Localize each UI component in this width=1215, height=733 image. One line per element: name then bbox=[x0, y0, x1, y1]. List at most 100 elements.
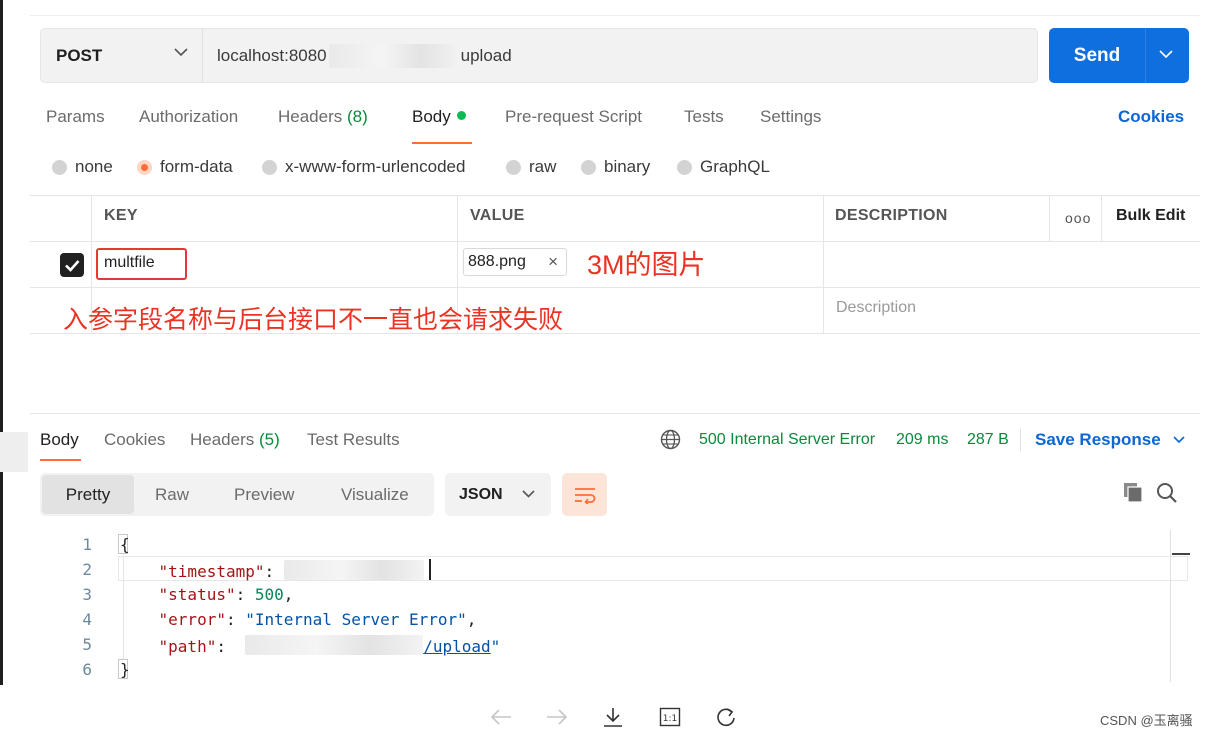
response-time[interactable]: 209 ms bbox=[896, 430, 948, 450]
tab-body[interactable]: Body bbox=[412, 106, 466, 128]
tab-headers[interactable]: Headers (8) bbox=[278, 106, 368, 128]
method-label: POST bbox=[56, 45, 103, 65]
save-response-button[interactable]: Save Response bbox=[1035, 429, 1185, 451]
code-line: "path": /upload" bbox=[158, 635, 501, 656]
code-line: { bbox=[120, 535, 130, 554]
bulk-edit-button[interactable]: Bulk Edit bbox=[1116, 207, 1185, 225]
json-brace: } bbox=[120, 660, 130, 679]
table-col-divider bbox=[1049, 196, 1050, 241]
text-cursor bbox=[429, 559, 431, 580]
json-string: "Internal Server Error" bbox=[245, 610, 467, 629]
view-raw-button[interactable]: Raw bbox=[155, 473, 189, 516]
response-tab-headers[interactable]: Headers (5) bbox=[190, 429, 280, 451]
globe-icon[interactable] bbox=[660, 429, 681, 450]
response-tab-cookies[interactable]: Cookies bbox=[104, 429, 165, 451]
annotation-file-note: 3M的图片 bbox=[587, 250, 706, 280]
radio-binary[interactable]: binary bbox=[581, 156, 650, 178]
column-header-value: VALUE bbox=[470, 207, 525, 224]
headers-count: (8) bbox=[347, 107, 368, 126]
search-icon[interactable] bbox=[1156, 482, 1178, 504]
actual-size-icon[interactable]: 1:1 bbox=[659, 706, 681, 728]
column-header-key: KEY bbox=[104, 207, 138, 224]
close-icon[interactable]: × bbox=[548, 252, 558, 272]
chevron-down-icon bbox=[174, 48, 188, 57]
tab-label: Authorization bbox=[139, 107, 239, 126]
cookies-link[interactable]: Cookies bbox=[1118, 106, 1184, 128]
svg-text:1:1: 1:1 bbox=[663, 714, 677, 724]
radio-urlencoded[interactable]: x-www-form-urlencoded bbox=[262, 156, 465, 178]
tab-authorization[interactable]: Authorization bbox=[139, 106, 238, 128]
send-label: Send bbox=[1073, 44, 1121, 66]
radio-graphql[interactable]: GraphQL bbox=[677, 156, 770, 178]
table-row-border bbox=[30, 287, 1200, 288]
arrow-left-icon[interactable] bbox=[489, 706, 513, 728]
format-label: JSON bbox=[459, 485, 503, 503]
radio-raw[interactable]: raw bbox=[506, 156, 556, 178]
divider bbox=[30, 15, 1200, 16]
response-divider bbox=[30, 413, 1200, 414]
response-tab-test-results[interactable]: Test Results bbox=[307, 429, 400, 451]
code-line: "error": "Internal Server Error", bbox=[158, 610, 477, 629]
send-split-divider bbox=[1145, 28, 1146, 83]
json-key: "error" bbox=[158, 610, 226, 629]
scrollbar-thumb[interactable] bbox=[1172, 553, 1190, 555]
tab-settings[interactable]: Settings bbox=[760, 106, 821, 128]
line-number: 2 bbox=[82, 560, 92, 579]
side-panel-tab[interactable] bbox=[0, 432, 28, 472]
more-options-icon[interactable]: ooo bbox=[1065, 210, 1091, 226]
response-tab-body[interactable]: Body bbox=[40, 429, 79, 451]
tab-label: Headers bbox=[278, 107, 343, 126]
table-border-top bbox=[30, 195, 1200, 196]
save-response-label: Save Response bbox=[1035, 430, 1161, 449]
tab-label: Body bbox=[412, 107, 451, 126]
radio-selected-icon bbox=[137, 159, 152, 175]
redacted-url-segment bbox=[328, 43, 461, 68]
radio-icon bbox=[52, 159, 67, 175]
window-left-edge bbox=[0, 0, 3, 685]
tab-params[interactable]: Params bbox=[46, 106, 105, 128]
tab-tests[interactable]: Tests bbox=[684, 106, 724, 128]
redacted-value bbox=[283, 560, 424, 580]
line-number: 3 bbox=[82, 585, 92, 604]
json-key: "path" bbox=[158, 637, 217, 656]
request-bar: POST localhost:8080 upload bbox=[40, 28, 1038, 83]
radio-icon bbox=[677, 159, 692, 175]
rotate-icon[interactable] bbox=[715, 706, 737, 728]
editor-scrollbar[interactable] bbox=[1170, 530, 1190, 682]
view-preview-button[interactable]: Preview bbox=[234, 473, 294, 516]
view-visualize-button[interactable]: Visualize bbox=[341, 473, 409, 516]
url-suffix: upload bbox=[460, 45, 512, 65]
json-link[interactable]: /upload bbox=[423, 637, 490, 656]
check-icon bbox=[65, 260, 80, 272]
format-select[interactable]: JSON bbox=[445, 473, 551, 516]
tab-pre-request-script[interactable]: Pre-request Script bbox=[505, 106, 642, 128]
line-number: 1 bbox=[82, 535, 92, 554]
wrap-lines-button[interactable] bbox=[562, 473, 607, 516]
json-key: "status" bbox=[158, 585, 236, 604]
method-select[interactable]: POST bbox=[41, 29, 203, 82]
file-value-chip[interactable]: 888.png × bbox=[463, 248, 567, 276]
send-button[interactable]: Send bbox=[1049, 28, 1189, 83]
view-pretty-button[interactable]: Pretty bbox=[42, 475, 134, 514]
json-brace: { bbox=[120, 535, 130, 554]
radio-icon bbox=[581, 159, 596, 175]
row-enabled-checkbox[interactable] bbox=[60, 253, 84, 277]
radio-label: none bbox=[75, 157, 113, 176]
body-active-dot bbox=[456, 111, 466, 120]
description-input[interactable]: Description bbox=[836, 299, 916, 317]
radio-form-data[interactable]: form-data bbox=[137, 156, 233, 178]
chevron-down-icon[interactable] bbox=[1159, 50, 1173, 59]
param-key-input[interactable]: multfile bbox=[104, 254, 155, 272]
active-tab-indicator bbox=[412, 142, 472, 144]
response-size[interactable]: 287 B bbox=[967, 430, 1009, 450]
file-name: 888.png bbox=[468, 253, 526, 270]
divider bbox=[1020, 429, 1021, 451]
json-number: 500 bbox=[254, 585, 284, 604]
download-icon[interactable] bbox=[602, 706, 624, 728]
response-status[interactable]: 500 Internal Server Error bbox=[699, 430, 875, 450]
url-input[interactable]: localhost:8080 upload bbox=[217, 29, 512, 82]
arrow-right-icon[interactable] bbox=[545, 706, 569, 728]
copy-icon[interactable] bbox=[1123, 482, 1144, 503]
radio-none[interactable]: none bbox=[52, 156, 113, 178]
table-col-divider bbox=[823, 196, 824, 334]
